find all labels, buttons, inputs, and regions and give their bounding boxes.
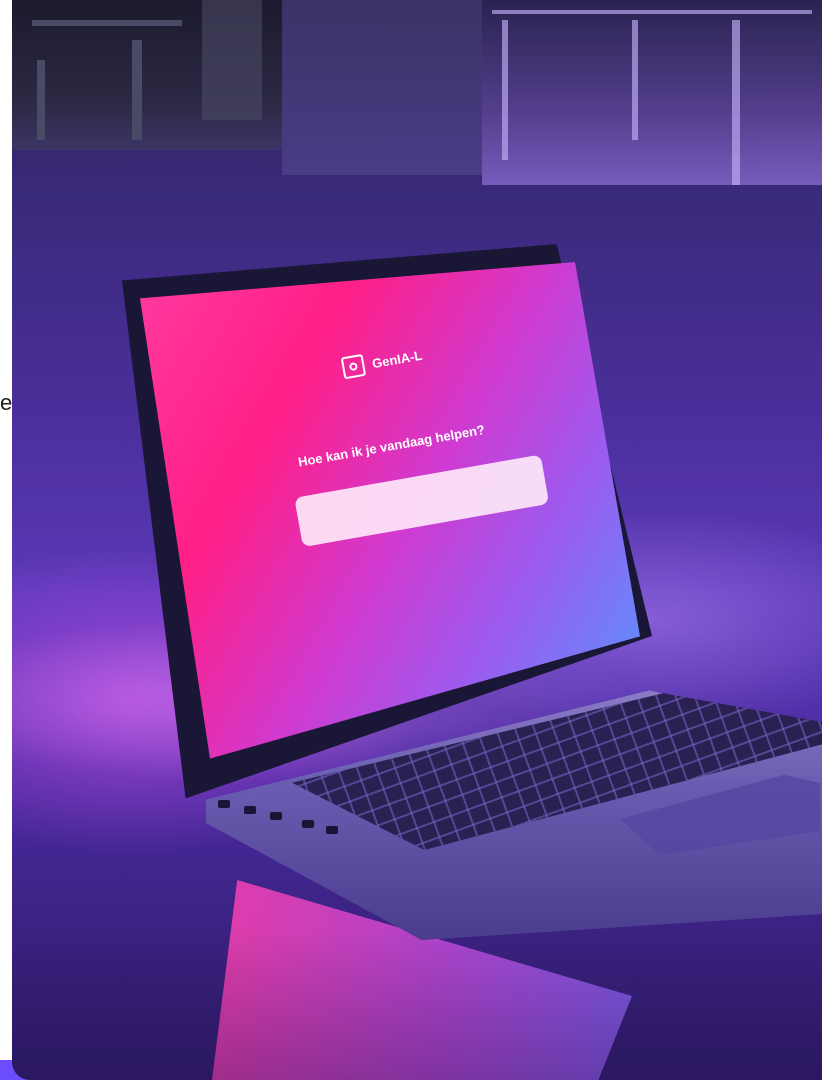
background-chair (202, 0, 262, 120)
chat-input[interactable] (294, 454, 550, 548)
app-brand: GenIA-L (340, 344, 424, 380)
background-room-right (482, 0, 822, 185)
background-rail (502, 20, 508, 160)
background-desk-leg (132, 40, 142, 140)
cropped-text-fragment: e (0, 390, 13, 415)
floor-shadow (12, 930, 822, 1080)
chat-prompt: Hoe kan ik je vandaag helpen? (296, 421, 486, 470)
chat-app: GenIA-L Hoe kan ik je vandaag helpen? (270, 311, 587, 596)
app-name: GenIA-L (370, 347, 424, 371)
background-room-left (12, 0, 282, 150)
background-desk (32, 20, 182, 26)
background-rail (492, 10, 812, 14)
background-rail (632, 20, 638, 140)
background-rail (732, 20, 740, 185)
background-column (282, 0, 482, 175)
app-logo-icon (340, 353, 367, 380)
background-desk-leg (37, 60, 45, 140)
